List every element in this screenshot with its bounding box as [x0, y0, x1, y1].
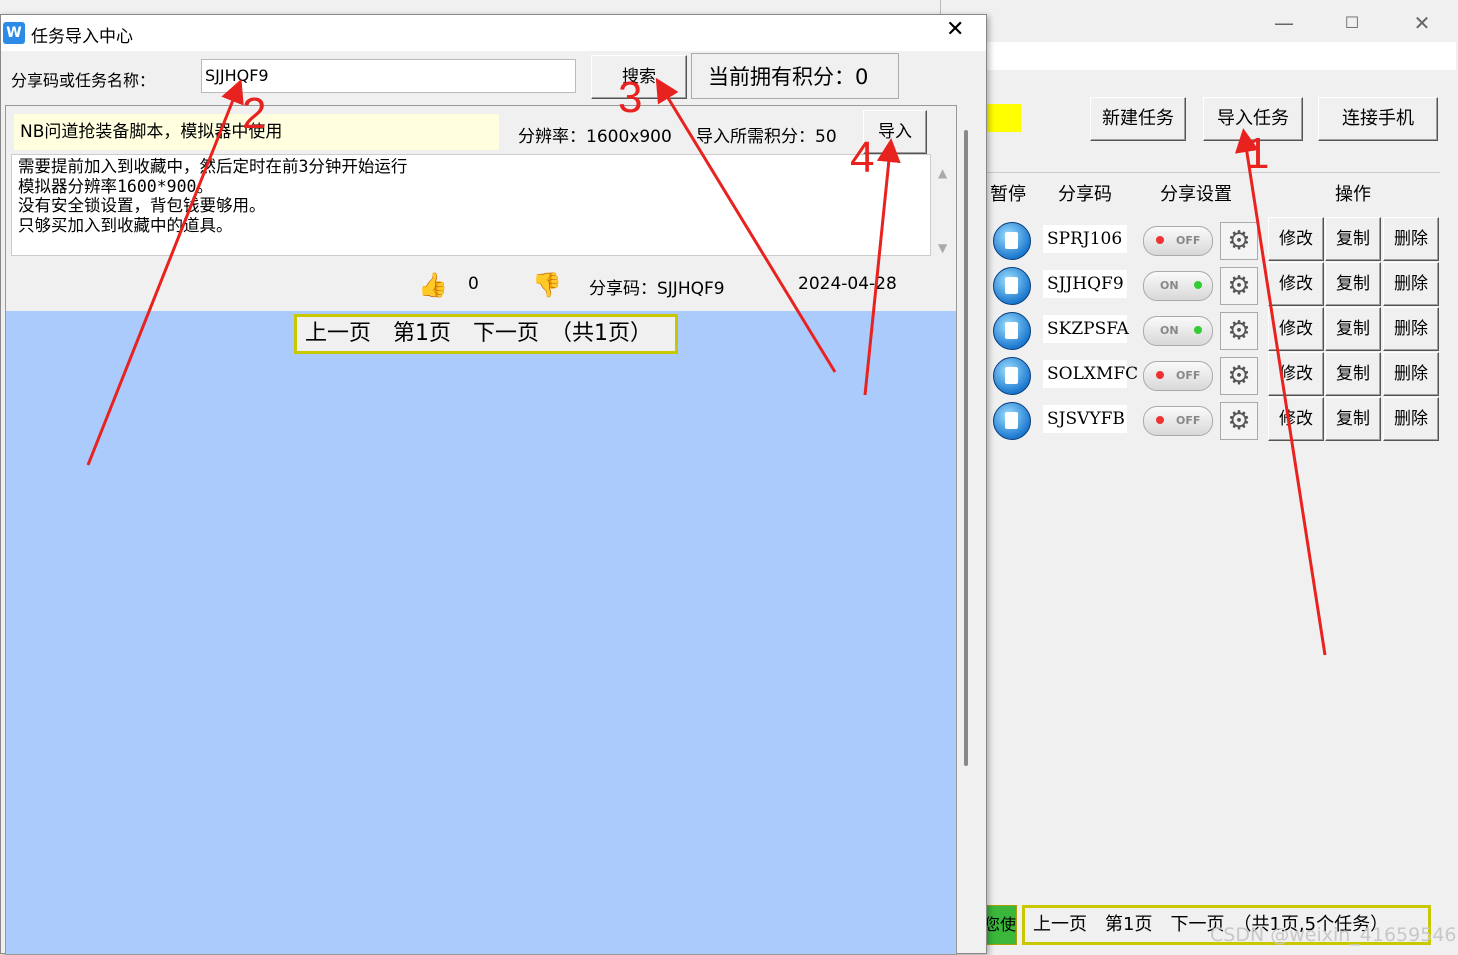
annotation-arrow: [86, 78, 244, 466]
annotation-overlay: 1 2 3 4: [86, 73, 1327, 656]
annotation-label: 4: [850, 133, 874, 182]
annotation-label: 3: [618, 73, 642, 122]
annotation-arrow: [1234, 128, 1327, 656]
annotation-arrow: [655, 77, 837, 373]
annotation-label: 2: [242, 89, 266, 138]
annotation-label: 1: [1245, 129, 1269, 178]
annotation-arrow: [863, 138, 901, 396]
